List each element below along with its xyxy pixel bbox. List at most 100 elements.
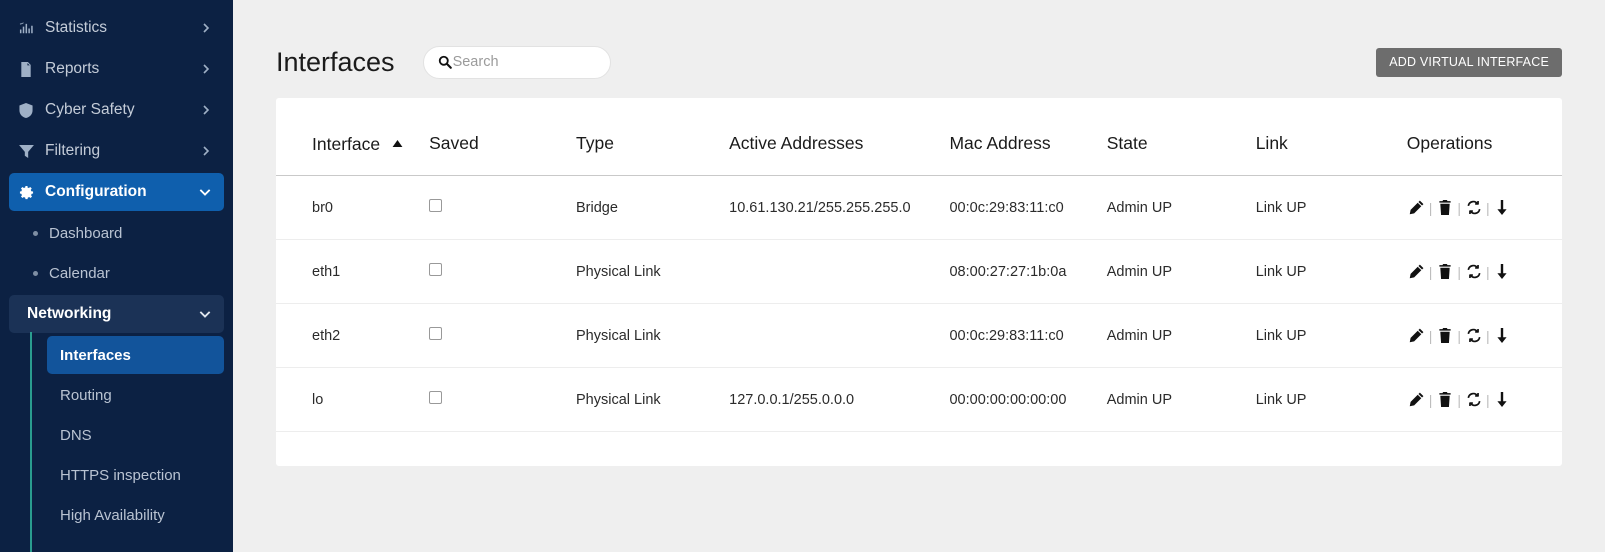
cell-state: Admin UP bbox=[1107, 304, 1256, 368]
gear-icon bbox=[19, 185, 39, 200]
search-input[interactable] bbox=[453, 54, 596, 70]
sidebar-item-label: Calendar bbox=[49, 265, 110, 282]
shield-icon bbox=[19, 103, 39, 118]
sidebar-item-reports[interactable]: Reports bbox=[9, 50, 224, 88]
column-header-type[interactable]: Type bbox=[576, 98, 729, 176]
edit-icon[interactable] bbox=[1407, 262, 1426, 281]
refresh-icon[interactable] bbox=[1464, 198, 1483, 217]
refresh-icon[interactable] bbox=[1464, 262, 1483, 281]
cell-mac: 00:0c:29:83:11:c0 bbox=[949, 304, 1106, 368]
interfaces-table-card: Interface Saved Type Active Addresses Ma… bbox=[276, 98, 1562, 466]
column-header-link[interactable]: Link bbox=[1256, 98, 1407, 176]
cell-addresses: 10.61.130.21/255.255.255.0 bbox=[729, 176, 949, 240]
sidebar-networking-items: Interfaces Routing DNS HTTPS inspection … bbox=[30, 336, 224, 534]
saved-checkbox[interactable] bbox=[429, 391, 442, 404]
delete-icon[interactable] bbox=[1435, 390, 1454, 409]
download-icon[interactable] bbox=[1493, 198, 1512, 217]
operations-divider: | bbox=[1454, 392, 1464, 408]
sidebar-item-configuration[interactable]: Configuration bbox=[9, 173, 224, 211]
cell-type: Bridge bbox=[576, 176, 729, 240]
column-header-saved[interactable]: Saved bbox=[429, 98, 576, 176]
sidebar-item-dashboard[interactable]: Dashboard bbox=[9, 214, 224, 252]
main-content: Interfaces ADD VIRTUAL INTERFACE Interfa… bbox=[233, 0, 1605, 552]
cell-state: Admin UP bbox=[1107, 240, 1256, 304]
edit-icon[interactable] bbox=[1407, 326, 1426, 345]
page-toolbar: Interfaces ADD VIRTUAL INTERFACE bbox=[233, 0, 1605, 98]
delete-icon[interactable] bbox=[1435, 326, 1454, 345]
operations-divider: | bbox=[1426, 392, 1436, 408]
cell-operations: | | | bbox=[1407, 368, 1562, 432]
bullet-icon bbox=[33, 271, 38, 276]
add-virtual-interface-button[interactable]: ADD VIRTUAL INTERFACE bbox=[1376, 48, 1562, 77]
column-header-active-addresses[interactable]: Active Addresses bbox=[729, 98, 949, 176]
sidebar-item-high-availability[interactable]: High Availability bbox=[47, 496, 224, 534]
saved-checkbox[interactable] bbox=[429, 199, 442, 212]
cell-type: Physical Link bbox=[576, 240, 729, 304]
operations-group: | | | bbox=[1407, 390, 1562, 409]
cell-state: Admin UP bbox=[1107, 176, 1256, 240]
edit-icon[interactable] bbox=[1407, 390, 1426, 409]
delete-icon[interactable] bbox=[1435, 262, 1454, 281]
sidebar-item-label: Reports bbox=[45, 60, 200, 78]
cell-saved bbox=[429, 176, 576, 240]
operations-divider: | bbox=[1426, 328, 1436, 344]
cell-interface: lo bbox=[276, 368, 429, 432]
bullet-icon bbox=[33, 231, 38, 236]
sidebar-item-label: Routing bbox=[60, 387, 112, 404]
operations-divider: | bbox=[1483, 392, 1493, 408]
delete-icon[interactable] bbox=[1435, 198, 1454, 217]
sidebar-item-calendar[interactable]: Calendar bbox=[9, 254, 224, 292]
cell-link: Link UP bbox=[1256, 304, 1407, 368]
saved-checkbox[interactable] bbox=[429, 327, 442, 340]
sort-ascending-icon bbox=[392, 132, 403, 153]
cell-link: Link UP bbox=[1256, 240, 1407, 304]
cell-operations: ||| bbox=[1407, 304, 1562, 368]
sidebar-item-cyber-safety[interactable]: Cyber Safety bbox=[9, 91, 224, 129]
search-icon bbox=[438, 55, 452, 69]
cell-state: Admin UP bbox=[1107, 368, 1256, 432]
sidebar: Statistics Reports Cyber Safety bbox=[0, 0, 233, 552]
cell-operations: ||| bbox=[1407, 176, 1562, 240]
cell-type: Physical Link bbox=[576, 304, 729, 368]
chevron-down-icon bbox=[198, 307, 212, 321]
sidebar-item-label: Networking bbox=[27, 305, 198, 323]
column-header-state[interactable]: State bbox=[1107, 98, 1256, 176]
cell-operations: ||| bbox=[1407, 240, 1562, 304]
download-icon[interactable] bbox=[1493, 390, 1512, 409]
cell-interface: eth2 bbox=[276, 304, 429, 368]
edit-icon[interactable] bbox=[1407, 198, 1426, 217]
operations-divider: | bbox=[1483, 200, 1493, 216]
sidebar-item-https-inspection[interactable]: HTTPS inspection bbox=[47, 456, 224, 494]
chevron-right-icon bbox=[200, 22, 212, 34]
chevron-right-icon bbox=[200, 63, 212, 75]
app-root: Statistics Reports Cyber Safety bbox=[0, 0, 1605, 552]
sidebar-item-statistics[interactable]: Statistics bbox=[9, 9, 224, 47]
table-row: eth1Physical Link08:00:27:27:1b:0aAdmin … bbox=[276, 240, 1562, 304]
sidebar-item-label: DNS bbox=[60, 427, 92, 444]
column-header-mac-address[interactable]: Mac Address bbox=[949, 98, 1106, 176]
sidebar-item-interfaces[interactable]: Interfaces bbox=[47, 336, 224, 374]
cell-saved bbox=[429, 368, 576, 432]
chevron-down-icon bbox=[198, 185, 212, 199]
sidebar-item-dns[interactable]: DNS bbox=[47, 416, 224, 454]
sidebar-item-networking[interactable]: Networking bbox=[9, 295, 224, 333]
saved-checkbox[interactable] bbox=[429, 263, 442, 276]
operations-divider: | bbox=[1454, 328, 1464, 344]
sidebar-item-label: Dashboard bbox=[49, 225, 122, 242]
interfaces-table: Interface Saved Type Active Addresses Ma… bbox=[276, 98, 1562, 432]
operations-divider: | bbox=[1454, 200, 1464, 216]
sidebar-item-label: Statistics bbox=[45, 19, 200, 37]
chevron-right-icon bbox=[200, 104, 212, 116]
search-container[interactable] bbox=[423, 46, 611, 79]
refresh-icon[interactable] bbox=[1464, 326, 1483, 345]
sidebar-item-routing[interactable]: Routing bbox=[47, 376, 224, 414]
sidebar-item-label: Interfaces bbox=[60, 347, 131, 364]
sidebar-item-filtering[interactable]: Filtering bbox=[9, 132, 224, 170]
cell-interface: br0 bbox=[276, 176, 429, 240]
column-header-interface[interactable]: Interface bbox=[276, 98, 429, 176]
operations-group: ||| bbox=[1407, 326, 1562, 345]
download-icon[interactable] bbox=[1493, 262, 1512, 281]
sidebar-item-label: Filtering bbox=[45, 142, 200, 160]
refresh-icon[interactable] bbox=[1464, 390, 1483, 409]
download-icon[interactable] bbox=[1493, 326, 1512, 345]
